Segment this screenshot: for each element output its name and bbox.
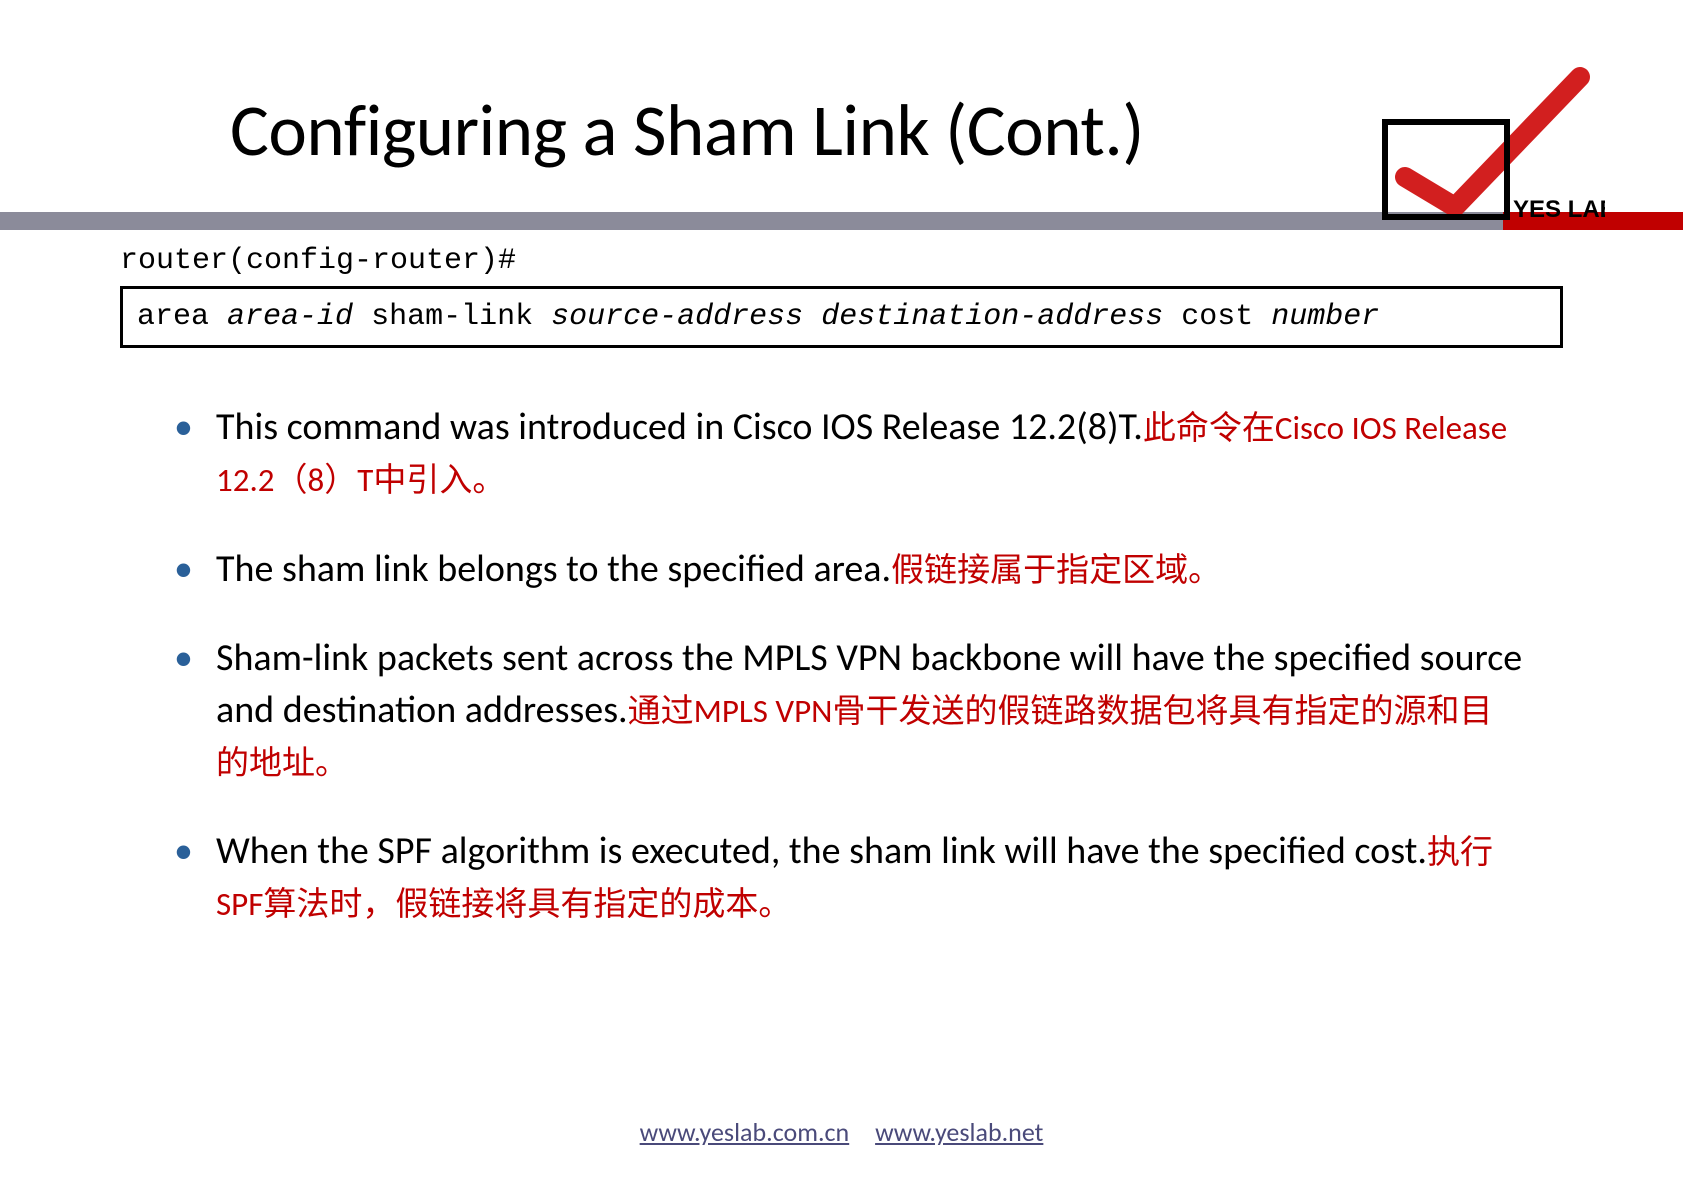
bullet-en: When the SPF algorithm is executed, the … [216, 828, 1427, 874]
list-item: Sham-link packets sent across the MPLS V… [216, 633, 1523, 788]
cmd-kw-area: area [137, 300, 209, 334]
bullet-en: This command was introduced in Cisco IOS… [216, 404, 1143, 450]
title-area: Configuring a Sham Link (Cont.) YES LAB [0, 0, 1683, 170]
footer: www.yeslab.com.cn www.yeslab.net [0, 1116, 1683, 1148]
cmd-kw-shamlink: sham-link [371, 300, 533, 334]
command-syntax-box: area area-id sham-link source-address de… [120, 286, 1563, 348]
cmd-arg-src: source-address [551, 300, 803, 334]
page-title: Configuring a Sham Link (Cont.) [230, 90, 1563, 170]
logo-text: YES LAB [1513, 196, 1605, 223]
cmd-arg-number: number [1271, 300, 1379, 334]
cli-prompt: router(config-router)# [120, 244, 1683, 278]
bullet-list: This command was introduced in Cisco IOS… [216, 402, 1523, 929]
list-item: This command was introduced in Cisco IOS… [216, 402, 1523, 505]
list-item: When the SPF algorithm is executed, the … [216, 826, 1523, 929]
slide: Configuring a Sham Link (Cont.) YES LAB … [0, 0, 1683, 1190]
footer-link-1[interactable]: www.yeslab.com.cn [640, 1116, 850, 1148]
cmd-arg-areaid: area-id [227, 300, 353, 334]
bullet-en: The sham link belongs to the specified a… [216, 546, 891, 592]
bar-gray [0, 212, 1503, 230]
yeslab-logo: YES LAB [1375, 62, 1605, 232]
cmd-kw-cost: cost [1181, 300, 1253, 334]
bullet-zh: 假链接属于指定区域。 [891, 550, 1221, 590]
footer-link-2[interactable]: www.yeslab.net [875, 1116, 1043, 1148]
list-item: The sham link belongs to the specified a… [216, 544, 1523, 596]
cmd-arg-dst: destination-address [821, 300, 1163, 334]
